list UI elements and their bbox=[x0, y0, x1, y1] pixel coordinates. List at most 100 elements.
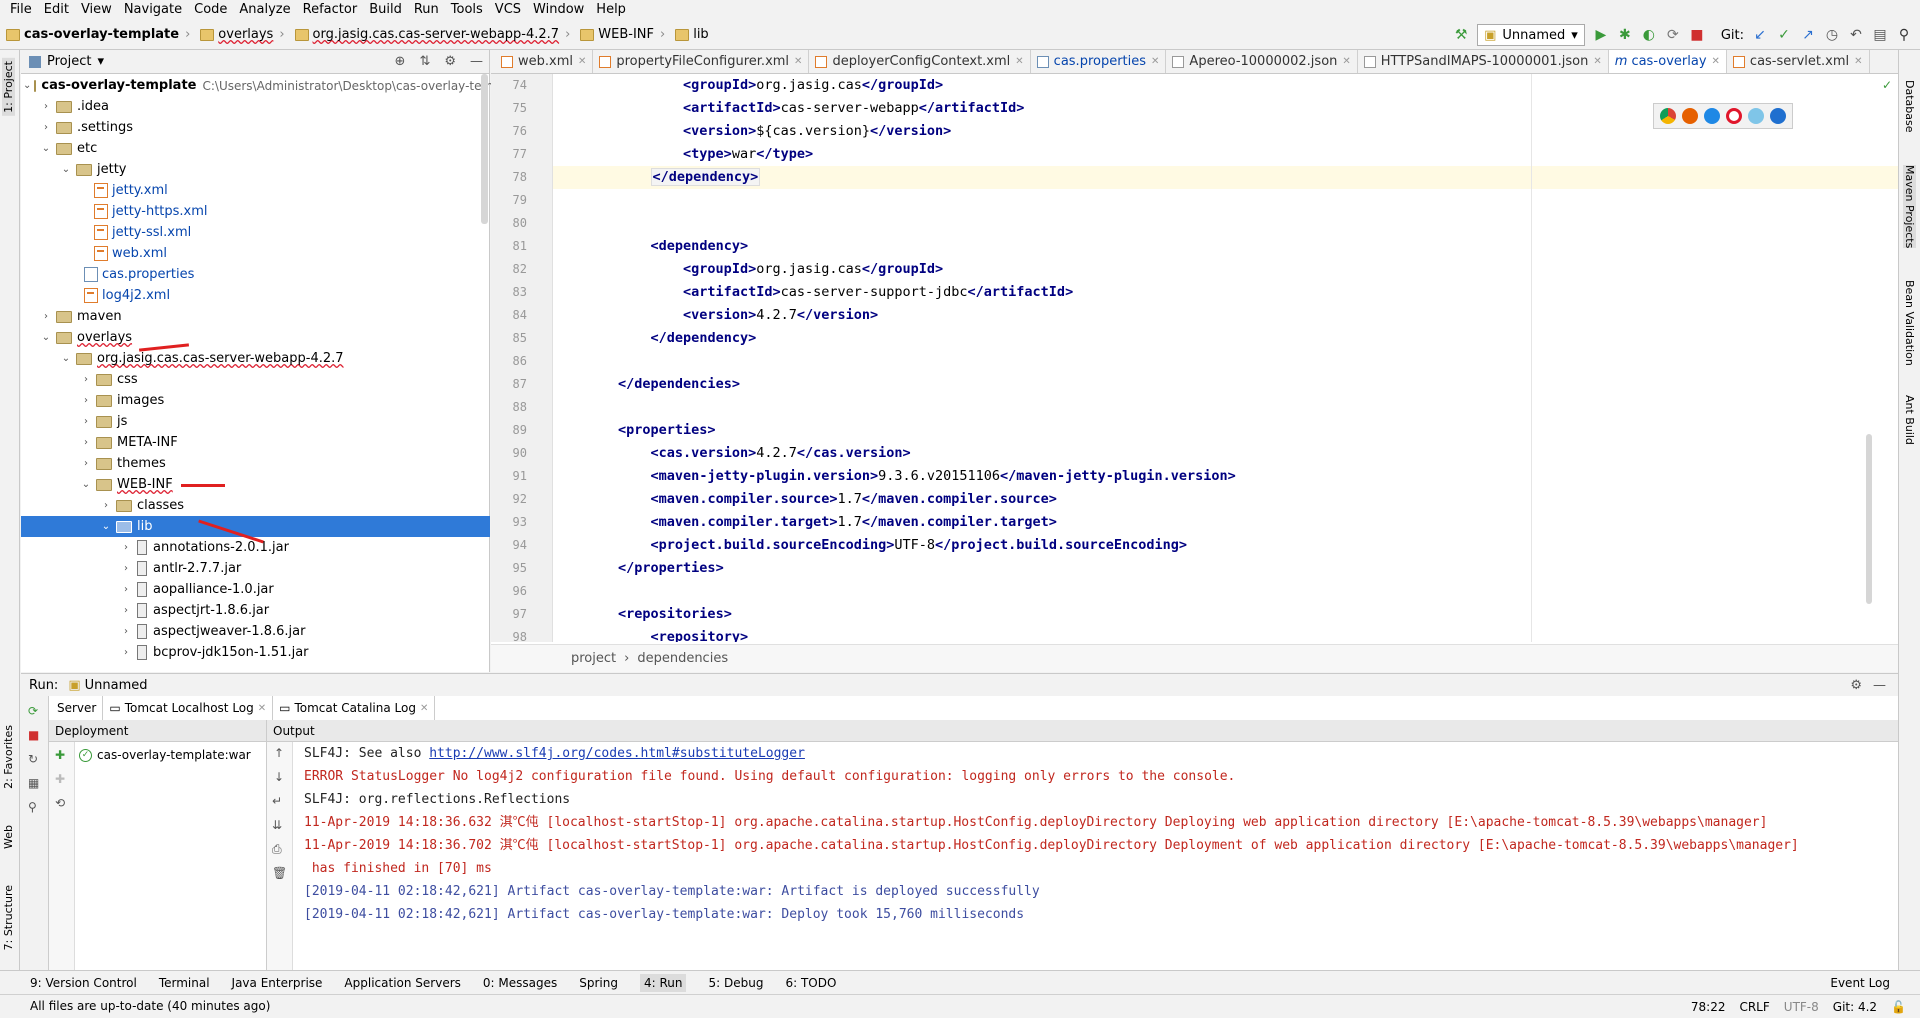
menu-analyze[interactable]: Analyze bbox=[233, 0, 296, 20]
tree-item-meta-inf[interactable]: › META-INF bbox=[21, 432, 490, 453]
tree-item-jar[interactable]: › antlr-2.7.7.jar bbox=[21, 558, 490, 579]
close-icon[interactable]: ✕ bbox=[1593, 56, 1601, 67]
update-icon[interactable]: ↻ bbox=[28, 752, 38, 766]
collapse-all-icon[interactable]: ⇅ bbox=[419, 54, 430, 69]
tree-item-web-inf[interactable]: ⌄ WEB-INF bbox=[21, 474, 490, 495]
close-icon[interactable]: ✕ bbox=[794, 56, 802, 67]
update-running-app-icon[interactable]: ⟳ bbox=[1665, 27, 1681, 43]
menu-edit[interactable]: Edit bbox=[38, 0, 75, 20]
opera-icon[interactable] bbox=[1726, 108, 1742, 124]
tree-scrollbar[interactable] bbox=[481, 74, 488, 224]
git-push-icon[interactable]: ↗ bbox=[1800, 27, 1816, 43]
tree-item-root[interactable]: ⌄ cas-overlay-template C:\Users\Administra… bbox=[21, 75, 501, 96]
tree-item-cas-properties[interactable]: cas.properties bbox=[21, 264, 490, 285]
slf4j-link[interactable]: http://www.slf4j.org/codes.html#substitu… bbox=[429, 746, 805, 761]
tab-bean-validation[interactable]: Bean Validation bbox=[1903, 280, 1916, 366]
run-icon[interactable]: ▶ bbox=[1593, 27, 1609, 43]
tab-structure[interactable]: 7: Structure bbox=[2, 885, 15, 950]
tab-cas-overlay[interactable]: m cas-overlay ✕ bbox=[1608, 50, 1727, 73]
revert-icon[interactable]: ↶ bbox=[1848, 27, 1864, 43]
close-icon[interactable]: ✕ bbox=[1854, 56, 1862, 67]
lock-icon[interactable]: 🔓 bbox=[1891, 1000, 1906, 1014]
editor-scrollbar[interactable] bbox=[1866, 434, 1872, 604]
menu-navigate[interactable]: Navigate bbox=[118, 0, 188, 20]
line-separator[interactable]: CRLF bbox=[1739, 1000, 1769, 1014]
tab-https-imaps-json[interactable]: HTTPSandIMAPS-10000001.json ✕ bbox=[1358, 50, 1609, 73]
tab-property-file-configurer[interactable]: propertyFileConfigurer.xml ✕ bbox=[593, 50, 810, 73]
menu-code[interactable]: Code bbox=[188, 0, 233, 20]
close-icon[interactable]: ✕ bbox=[420, 703, 428, 714]
tool-event-log[interactable]: Event Log bbox=[1830, 976, 1890, 990]
tree-item-jetty-https-xml[interactable]: jetty-https.xml bbox=[21, 201, 490, 222]
close-icon[interactable]: ✕ bbox=[1712, 56, 1720, 67]
tree-item-jar[interactable]: › bcprov-jdk15on-1.51.jar bbox=[21, 642, 490, 663]
stop-icon[interactable]: ■ bbox=[28, 728, 39, 742]
breadcrumb-dependencies-tag[interactable]: dependencies bbox=[637, 651, 728, 666]
tool-version-control[interactable]: 9: Version Control bbox=[30, 976, 137, 990]
close-icon[interactable]: ✕ bbox=[1151, 56, 1159, 67]
tool-java-enterprise[interactable]: Java Enterprise bbox=[232, 976, 323, 990]
tree-item-webapp[interactable]: ⌄ org.jasig.cas.cas-server-webapp-4.2.7 bbox=[21, 348, 490, 369]
tree-item-overlays[interactable]: ⌄ overlays bbox=[21, 327, 490, 348]
tree-item-jar[interactable]: › aspectjrt-1.8.6.jar bbox=[21, 600, 490, 621]
tree-item-css[interactable]: › css bbox=[21, 369, 490, 390]
menu-run[interactable]: Run bbox=[408, 0, 445, 20]
tree-item-etc[interactable]: ⌄ etc bbox=[21, 138, 490, 159]
tab-ant-build[interactable]: Ant Build bbox=[1903, 395, 1916, 445]
tab-project[interactable]: 1: Project bbox=[2, 58, 15, 116]
breadcrumb-lib[interactable]: lib bbox=[675, 27, 709, 42]
tab-server[interactable]: Server bbox=[51, 696, 104, 720]
tree-item-settings[interactable]: › .settings bbox=[21, 117, 490, 138]
tool-debug[interactable]: 5: Debug bbox=[708, 976, 763, 990]
down-arrow-icon[interactable]: ↓ bbox=[274, 770, 284, 784]
menu-refactor[interactable]: Refactor bbox=[297, 0, 364, 20]
hide-icon[interactable]: — bbox=[470, 54, 483, 69]
run-configuration-select[interactable]: ▣ Unnamed ▾ bbox=[1477, 24, 1585, 46]
code-content[interactable]: <groupId>org.jasig.cas</groupId> <artifa… bbox=[491, 74, 1898, 642]
search-icon[interactable]: ⚲ bbox=[1896, 27, 1912, 43]
trash-icon[interactable]: 🗑 bbox=[272, 866, 287, 880]
tab-favorites[interactable]: 2: Favorites bbox=[2, 725, 15, 789]
close-icon[interactable]: ✕ bbox=[1015, 56, 1023, 67]
tree-item-js[interactable]: › js bbox=[21, 411, 490, 432]
tab-database[interactable]: Database bbox=[1903, 80, 1916, 133]
menu-view[interactable]: View bbox=[75, 0, 118, 20]
tree-item-jetty[interactable]: ⌄ jetty bbox=[21, 159, 490, 180]
git-commit-icon[interactable]: ✓ bbox=[1776, 27, 1792, 43]
firefox-icon[interactable] bbox=[1682, 108, 1698, 124]
tree-item-maven[interactable]: › maven bbox=[21, 306, 490, 327]
breadcrumb-project-tag[interactable]: project bbox=[571, 651, 616, 666]
menu-tools[interactable]: Tools bbox=[445, 0, 489, 20]
menu-vcs[interactable]: VCS bbox=[489, 0, 527, 20]
project-view-select[interactable]: Project bbox=[47, 54, 91, 69]
hide-icon[interactable]: — bbox=[1873, 678, 1886, 693]
tree-item-lib[interactable]: ⌄ lib bbox=[21, 516, 490, 537]
gear-icon[interactable]: ⚙ bbox=[1850, 678, 1862, 693]
coverage-icon[interactable]: ◐ bbox=[1641, 27, 1657, 43]
tab-web[interactable]: Web bbox=[2, 825, 15, 849]
stop-icon[interactable]: ■ bbox=[1689, 27, 1705, 43]
tree-item-jetty-xml[interactable]: jetty.xml bbox=[21, 180, 490, 201]
tool-todo[interactable]: 6: TODO bbox=[785, 976, 836, 990]
breadcrumb-web-inf[interactable]: WEB-INF › bbox=[580, 27, 671, 42]
tab-tomcat-catalina-log[interactable]: ▭ Tomcat Catalina Log ✕ bbox=[273, 696, 436, 720]
tree-item-jar[interactable]: › aopalliance-1.0.jar bbox=[21, 579, 490, 600]
menu-help[interactable]: Help bbox=[590, 0, 632, 20]
tree-item-jetty-ssl-xml[interactable]: jetty-ssl.xml bbox=[21, 222, 490, 243]
tree-item-classes[interactable]: › classes bbox=[21, 495, 490, 516]
soft-wrap-icon[interactable]: ↵ bbox=[272, 794, 282, 808]
build-hammer-icon[interactable]: ⚒ bbox=[1453, 27, 1469, 43]
tree-item-log4j2-xml[interactable]: log4j2.xml bbox=[21, 285, 490, 306]
tool-run[interactable]: 4: Run bbox=[639, 973, 687, 992]
deployment-item[interactable]: ✓ cas-overlay-template:war bbox=[79, 748, 251, 762]
run-config-tab[interactable]: ▣ Unnamed bbox=[68, 678, 147, 693]
tree-item-themes[interactable]: › themes bbox=[21, 453, 490, 474]
tree-item-web-xml[interactable]: web.xml bbox=[21, 243, 490, 264]
pin-icon[interactable]: ⚲ bbox=[28, 800, 37, 814]
file-encoding[interactable]: UTF-8 bbox=[1784, 1000, 1819, 1014]
scroll-to-end-icon[interactable]: ⇊ bbox=[272, 818, 282, 832]
layout-icon[interactable]: ▦ bbox=[28, 776, 39, 790]
close-icon[interactable]: ✕ bbox=[578, 56, 586, 67]
ie-icon[interactable] bbox=[1748, 108, 1764, 124]
tab-web-xml[interactable]: web.xml ✕ bbox=[495, 50, 594, 73]
